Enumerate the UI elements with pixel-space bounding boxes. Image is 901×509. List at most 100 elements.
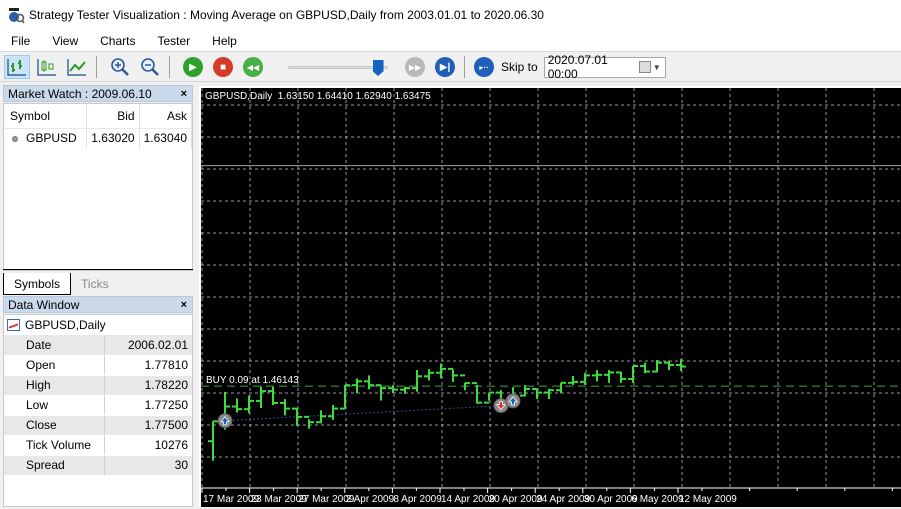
close-icon[interactable]: ×: [181, 299, 187, 311]
rewind-icon: ◀◀: [243, 57, 263, 77]
row-value: 10276: [104, 435, 192, 456]
data-window-panel: Data Window × GBPUSD,Daily Date 2006.02.0…: [3, 296, 193, 507]
table-row: High 1.78220: [4, 375, 192, 396]
toolbar-separator: [464, 56, 465, 78]
bid-value: 1.63020: [86, 128, 140, 148]
menu-file[interactable]: File: [0, 30, 41, 52]
zoom-out-icon: [141, 58, 159, 76]
rewind-button[interactable]: ◀◀: [240, 55, 266, 79]
stop-button[interactable]: ■: [210, 55, 236, 79]
menu-tester[interactable]: Tester: [146, 30, 201, 52]
play-button[interactable]: ▶: [180, 55, 206, 79]
data-window-body: GBPUSD,Daily Date 2006.02.01 Open 1.77810 …: [3, 314, 193, 507]
ask-value: 1.63040: [139, 128, 193, 148]
speed-slider[interactable]: [288, 57, 388, 77]
symbol-status-icon: [12, 136, 18, 143]
slider-thumb[interactable]: [372, 60, 384, 76]
close-icon[interactable]: ×: [181, 88, 187, 100]
skip-to-date-value: 2020.07.01 00:00: [547, 53, 608, 81]
toolbar-separator: [169, 56, 170, 78]
skip-to-label: Skip to: [501, 60, 538, 74]
skip-to-icon: ▸··: [474, 57, 494, 77]
stop-icon: ■: [213, 57, 233, 77]
candlestick-chart-button[interactable]: [34, 55, 60, 79]
skip-to-button[interactable]: ▸··: [471, 55, 497, 79]
x-tick-label: 14 Apr 2009: [441, 494, 495, 505]
menu-bar: File View Charts Tester Help: [0, 30, 901, 52]
row-value: 2006.02.01: [104, 335, 192, 356]
table-row: Spread 30: [4, 455, 192, 476]
column-header-symbol[interactable]: Symbol: [4, 104, 88, 129]
data-window-header: Data Window ×: [3, 296, 193, 313]
window-title: Strategy Tester Visualization : Moving A…: [29, 8, 544, 22]
candlestick-chart-icon: [37, 59, 56, 76]
x-tick-label: 2 Apr 2009: [346, 494, 395, 505]
price-chart[interactable]: BUY 0.09 at 1.46143 17 Mar 2009 23 Mar 200…: [199, 86, 901, 507]
skip-to-end-button[interactable]: ▶|: [432, 55, 458, 79]
bar-chart-icon: [7, 59, 26, 76]
chart-header: GBPUSD,Daily 1.63150 1.64410 1.62940 1.6…: [205, 91, 431, 102]
row-label: Tick Volume: [4, 435, 105, 456]
title-bar: Strategy Tester Visualization : Moving A…: [0, 0, 901, 30]
market-watch-tabs: Symbols Ticks: [3, 269, 193, 295]
line-chart-button[interactable]: [64, 55, 90, 79]
x-tick-label: 12 May 2009: [679, 494, 737, 505]
row-label: Date: [4, 335, 105, 356]
row-label: High: [4, 375, 105, 396]
data-window-chart: GBPUSD,Daily: [4, 315, 192, 335]
row-value: 1.77500: [104, 415, 192, 436]
menu-charts[interactable]: Charts: [89, 30, 146, 52]
market-watch-panel: Market Watch : 2009.06.10 × Symbol Bid A…: [3, 85, 193, 285]
x-tick-label: 8 Apr 2009: [393, 494, 442, 505]
zoom-out-button[interactable]: [137, 55, 163, 79]
market-watch-body: Symbol Bid Ask GBPUSD 1.63020 1.63040: [3, 103, 193, 271]
table-row: Tick Volume 10276: [4, 435, 192, 456]
fast-forward-icon: ▶▶: [405, 57, 425, 77]
menu-view[interactable]: View: [41, 30, 89, 52]
skip-to-end-icon: ▶|: [435, 57, 455, 77]
menu-help[interactable]: Help: [201, 30, 248, 52]
data-window-table: Date 2006.02.01 Open 1.77810 High 1.78220 L…: [4, 335, 192, 476]
market-watch-table: Symbol Bid Ask GBPUSD 1.63020 1.63040: [4, 104, 193, 148]
row-value: 1.78220: [104, 375, 192, 396]
trade-connector-line: [224, 405, 502, 422]
zoom-in-icon: [111, 58, 129, 76]
row-label: Spread: [4, 455, 105, 476]
row-label: Open: [4, 355, 105, 376]
chart-canvas[interactable]: BUY 0.09 at 1.4614317 Mar 200923 Mar 200…: [201, 88, 901, 509]
x-tick-label: 30 Apr 2009: [584, 494, 638, 505]
table-row: Close 1.77500: [4, 415, 192, 436]
column-header-bid[interactable]: Bid: [86, 104, 140, 129]
fast-forward-button[interactable]: ▶▶: [402, 55, 428, 79]
tab-ticks[interactable]: Ticks: [71, 273, 119, 295]
market-watch-header: Market Watch : 2009.06.10 ×: [3, 85, 193, 102]
row-value: 1.77250: [104, 395, 192, 416]
bar-chart-button[interactable]: [4, 55, 30, 79]
chart-icon: [7, 319, 20, 331]
x-tick-label: 20 Apr 2009: [489, 494, 543, 505]
calendar-icon[interactable]: [638, 61, 651, 73]
data-window-title: Data Window: [8, 297, 80, 312]
trade-level-label: BUY 0.09 at 1.46143: [206, 375, 299, 386]
chevron-down-icon[interactable]: ▼: [653, 63, 661, 72]
skip-to-date-input[interactable]: 2020.07.01 00:00 ▼: [543, 53, 666, 81]
column-header-ask[interactable]: Ask: [139, 104, 193, 129]
data-window-chart-name: GBPUSD,Daily: [25, 318, 106, 332]
symbol-name: GBPUSD: [26, 131, 77, 146]
line-chart-icon: [67, 59, 86, 76]
row-value: 30: [104, 455, 192, 476]
tab-symbols[interactable]: Symbols: [3, 273, 72, 295]
row-label: Close: [4, 415, 105, 436]
play-icon: ▶: [183, 57, 203, 77]
left-panel: Market Watch : 2009.06.10 × Symbol Bid A…: [0, 84, 196, 507]
x-tick-label: 24 Apr 2009: [536, 494, 590, 505]
row-value: 1.77810: [104, 355, 192, 376]
table-row: Date 2006.02.01: [4, 335, 192, 356]
table-row[interactable]: GBPUSD 1.63020 1.63040: [4, 128, 193, 148]
zoom-in-button[interactable]: [107, 55, 133, 79]
toolbar: ▶ ■ ◀◀ ▶▶ ▶| ▸·· Skip to 2020.07.01 00:0…: [0, 53, 901, 82]
table-row: Low 1.77250: [4, 395, 192, 416]
x-tick-label: 6 May 2009: [631, 494, 684, 505]
app-icon: [7, 6, 25, 24]
row-label: Low: [4, 395, 105, 416]
